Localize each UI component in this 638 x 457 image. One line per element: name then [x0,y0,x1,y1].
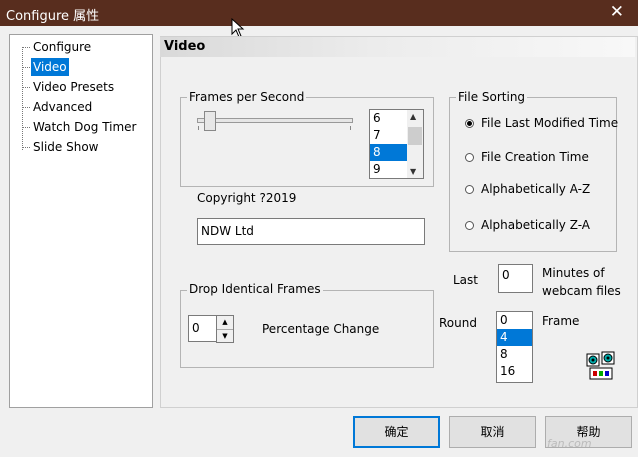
tree-connector [22,147,30,148]
list-item[interactable]: 0 [497,312,532,329]
nav-item-slide-show[interactable]: Slide Show [31,138,100,156]
tree-connector [22,87,30,88]
fps-listbox-scrollbar[interactable]: ▲ ▼ [407,110,423,178]
last-label: Last [453,273,478,287]
tree-connector [22,107,30,108]
round-label: Round [439,316,477,330]
radio-label: Alphabetically Z-A [481,218,590,232]
last-minutes-input[interactable]: 0 [498,264,533,293]
down-arrow-icon[interactable]: ▼ [410,167,416,176]
cancel-button[interactable]: 取消 [449,416,536,448]
tree-connector [22,67,30,68]
nav-item-configure[interactable]: Configure [31,38,93,56]
title-bar: Configure 属性 ✕ [0,0,638,26]
radio-dot[interactable] [465,185,474,194]
nav-item-advanced[interactable]: Advanced [31,98,94,116]
fps-listbox[interactable]: 6 7 8 9 ▲ ▼ [369,109,424,179]
nav-item-video-presets[interactable]: Video Presets [31,78,116,96]
percentage-change-label: Percentage Change [262,322,380,336]
frames-per-second-label: Frames per Second [187,90,307,104]
file-sorting-label: File Sorting [456,90,528,104]
minutes-of-label: Minutes of [542,266,605,280]
tree-connector [22,127,30,128]
webcam-files-label: webcam files [542,284,621,298]
up-arrow-icon[interactable]: ▲ [410,112,416,121]
radio-label: File Last Modified Time [481,116,619,130]
radio-file-creation-time[interactable]: File Creation Time [465,148,615,166]
panel-title: Video [164,39,206,54]
radio-dot[interactable] [465,221,474,230]
list-item[interactable]: 4 [497,329,532,346]
fps-slider-track[interactable] [197,118,353,123]
radio-dot[interactable] [465,119,474,128]
ok-button[interactable]: 确定 [353,416,440,448]
radio-dot[interactable] [465,153,474,162]
copyright-label: Copyright ?2019 [197,191,297,205]
percentage-spinner-input[interactable]: 0 [188,315,218,342]
list-item[interactable]: 16 [497,363,532,380]
up-arrow-icon[interactable]: ▲ [217,316,233,330]
fps-slider-thumb[interactable] [204,111,216,131]
company-name-field[interactable]: NDW Ltd [197,218,425,245]
scroll-thumb[interactable] [408,127,422,145]
slider-tick [198,126,199,130]
settings-nav-tree: Configure Video Video Presets Advanced W… [9,34,153,408]
nav-item-video[interactable]: Video [31,58,69,76]
list-item[interactable]: 8 [497,346,532,363]
percentage-spinner-buttons[interactable]: ▲ ▼ [216,315,234,343]
watermark: fan.com [547,437,592,450]
frame-label: Frame [542,314,580,328]
nav-item-watch-dog-timer[interactable]: Watch Dog Timer [31,118,139,136]
webcam-film-icon [586,351,615,380]
down-arrow-icon[interactable]: ▼ [217,330,233,342]
radio-alphabetical-z-a[interactable]: Alphabetically Z-A [465,216,615,234]
close-icon[interactable]: ✕ [610,2,624,22]
radio-alphabetical-a-z[interactable]: Alphabetically A-Z [465,180,615,198]
radio-label: Alphabetically A-Z [481,182,591,196]
round-listbox[interactable]: 0 4 8 16 [496,311,533,383]
tree-connector [22,47,23,150]
cursor-arrow-icon [231,18,245,38]
panel-header: Video [160,37,635,57]
slider-tick [350,126,351,130]
radio-file-last-modified[interactable]: File Last Modified Time [465,114,625,132]
radio-label: File Creation Time [481,150,589,164]
drop-identical-frames-label: Drop Identical Frames [187,282,323,296]
window-title: Configure 属性 [6,9,100,24]
tree-connector [22,47,30,48]
